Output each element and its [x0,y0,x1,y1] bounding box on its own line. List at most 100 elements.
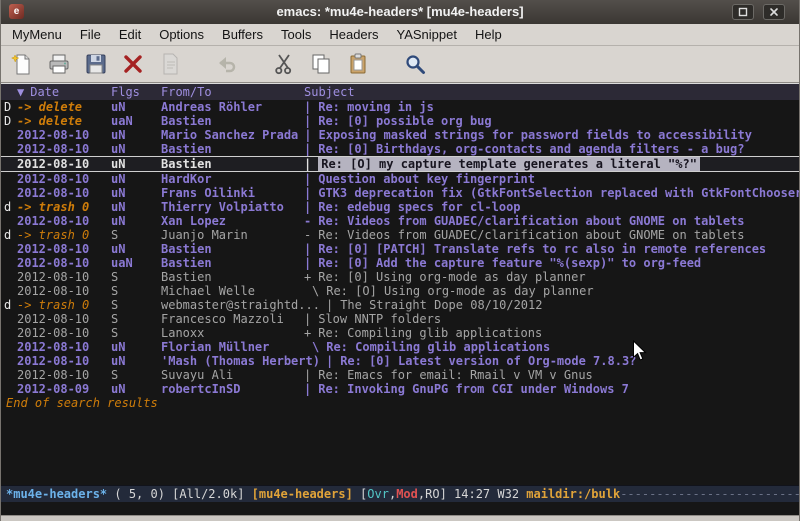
search-icon[interactable] [400,49,430,79]
message-row[interactable]: d-> trash 0Swebmaster@straightd...|The S… [1,298,799,312]
flags-cell: uN [111,354,161,368]
flags-cell: S [111,284,161,298]
subject-cell: +Re: [0] Using org-mode as day planner [298,270,586,284]
date-cell: 2012-08-10 [17,128,111,142]
modeline-segment: ( 5, 0) [All/2.0k] [107,487,252,501]
message-row[interactable]: 2012-08-10SBastien+Re: [0] Using org-mod… [1,270,799,284]
paste-icon[interactable] [343,49,373,79]
mark-cell [1,312,17,326]
menu-mymenu[interactable]: MyMenu [3,24,71,46]
window-title: emacs: *mu4e-headers* [mu4e-headers] [1,0,799,24]
flags-cell: S [111,326,161,340]
from-cell: HardKor [161,172,298,186]
subject-cell: |Re: [0] [PATCH] Translate refs to rc al… [298,242,766,256]
menu-headers[interactable]: Headers [320,24,387,46]
message-row[interactable]: d-> trash 0uNThierry Volpiatto|Re: edebu… [1,200,799,214]
flags-cell: uN [111,172,161,186]
message-row[interactable]: 2012-08-10uNFlorian Müllner\Re: Compilin… [1,340,799,354]
subject-cell: |Re: moving in js [298,100,434,114]
close-window-button[interactable] [763,4,785,20]
close-icon [769,7,779,17]
date-cell: -> delete [17,100,111,114]
date-cell: -> trash 0 [17,200,111,214]
new-file-icon[interactable] [7,49,37,79]
message-row[interactable]: 2012-08-10uNBastien|Re: [0] [PATCH] Tran… [1,242,799,256]
menu-tools[interactable]: Tools [272,24,320,46]
subject-text: Re: [O] Using org-mode as day planner [326,284,593,298]
mark-cell [1,284,17,298]
message-row[interactable]: 2012-08-10SLanoxx+Re: Compiling glib app… [1,326,799,340]
subject-text: Question about key fingerprint [318,172,535,186]
subject-cell: \Re: Compiling glib applications [298,340,550,354]
message-row[interactable]: 2012-08-10uNBastien|Re: [0] Birthdays, o… [1,142,799,156]
date-cell: 2012-08-10 [17,214,111,228]
thread-marker-icon: | [304,256,311,270]
titlebar[interactable]: e emacs: *mu4e-headers* [mu4e-headers] [1,0,799,24]
date-cell: 2012-08-10 [17,157,111,171]
echo-area[interactable] [1,502,799,515]
message-row[interactable]: 2012-08-10uNMario Sanchez Prada|Exposing… [1,128,799,142]
close-icon[interactable] [118,49,148,79]
thread-marker-icon: | [304,114,311,128]
cut-icon[interactable] [269,49,299,79]
from-cell: Frans Oilinki [161,186,298,200]
menu-file[interactable]: File [71,24,110,46]
from-cell: Suvayu Ali [161,368,298,382]
date-cell: 2012-08-10 [17,270,111,284]
flags-cell: S [111,270,161,284]
thread-marker-icon: | [326,298,333,312]
buffer-area[interactable]: ▼Date Flgs From/To Subject D-> deleteuNA… [1,83,799,485]
mark-cell: d [1,298,17,312]
message-row[interactable]: 2012-08-10uaNBastien|Re: [0] Add the cap… [1,256,799,270]
menu-buffers[interactable]: Buffers [213,24,272,46]
menu-options[interactable]: Options [150,24,213,46]
subject-text: Re: Emacs for email: Rmail v VM v Gnus [318,368,593,382]
thread-marker-icon: | [304,100,311,114]
message-row[interactable]: 2012-08-09uNrobertcInSD|Re: Invoking Gnu… [1,382,799,396]
flags-cell: S [111,368,161,382]
modeline-segment: Ovr [367,487,389,501]
message-row[interactable]: D-> deleteuNAndreas Röhler|Re: moving in… [1,100,799,114]
message-row[interactable]: 2012-08-10uNBastien|Re: [O] my capture t… [1,156,799,172]
save-icon[interactable] [81,49,111,79]
subject-cell: |Re: [0] Birthdays, org-contacts and age… [298,142,745,156]
modeline-segment: 14:27 [454,487,497,501]
subject-text: Re: [0] Add the capture feature "%(sexp)… [318,256,701,270]
message-row[interactable]: D-> deleteuaNBastien|Re: [0] possible or… [1,114,799,128]
thread-marker-icon: | [304,382,311,396]
restore-button[interactable] [732,4,754,20]
from-cell: Andreas Röhler [161,100,298,114]
mode-line[interactable]: *mu4e-headers* ( 5, 0) [All/2.0k] [mu4e-… [1,485,799,502]
subject-cell: |The Straight Dope 08/10/2012 [320,298,543,312]
subject-cell: +Re: Compiling glib applications [298,326,542,340]
subject-cell: |Re: [0] possible org bug [298,114,492,128]
print-icon[interactable] [44,49,74,79]
thread-marker-icon: | [326,354,333,368]
menu-help[interactable]: Help [466,24,511,46]
message-row[interactable]: 2012-08-10uNFrans Oilinki|GTK3 deprecati… [1,186,799,200]
window-controls [732,4,785,20]
modeline-segment: ] [440,487,454,501]
message-row[interactable]: 2012-08-10SSuvayu Ali|Re: Emacs for emai… [1,368,799,382]
subject-text: Re: Compiling glib applications [326,340,550,354]
message-row[interactable]: 2012-08-10SFrancesco Mazzoli|Slow NNTP f… [1,312,799,326]
menu-edit[interactable]: Edit [110,24,150,46]
from-cell: Juanjo Marin [161,228,298,242]
thread-marker-icon: - [304,228,311,242]
from-cell: Bastien [161,270,298,284]
message-row[interactable]: 2012-08-10uNHardKor|Question about key f… [1,172,799,186]
menu-yasnippet[interactable]: YASnippet [387,24,465,46]
date-cell: 2012-08-10 [17,186,111,200]
message-row[interactable]: 2012-08-10uN'Mash (Thomas Herbert)|Re: [… [1,354,799,368]
from-cell: Michael Welle [161,284,298,298]
window-bottom-border [1,515,799,521]
date-cell: 2012-08-10 [17,354,111,368]
message-row[interactable]: d-> trash 0SJuanjo Marin-Re: Videos from… [1,228,799,242]
message-row[interactable]: 2012-08-10SMichael Welle\Re: [O] Using o… [1,284,799,298]
mark-cell [1,382,17,396]
message-row[interactable]: 2012-08-10uNXan Lopez-Re: Videos from GU… [1,214,799,228]
date-cell: -> trash 0 [17,298,111,312]
mark-cell [1,214,17,228]
copy-icon[interactable] [306,49,336,79]
header-line: ▼Date Flgs From/To Subject [1,84,799,100]
